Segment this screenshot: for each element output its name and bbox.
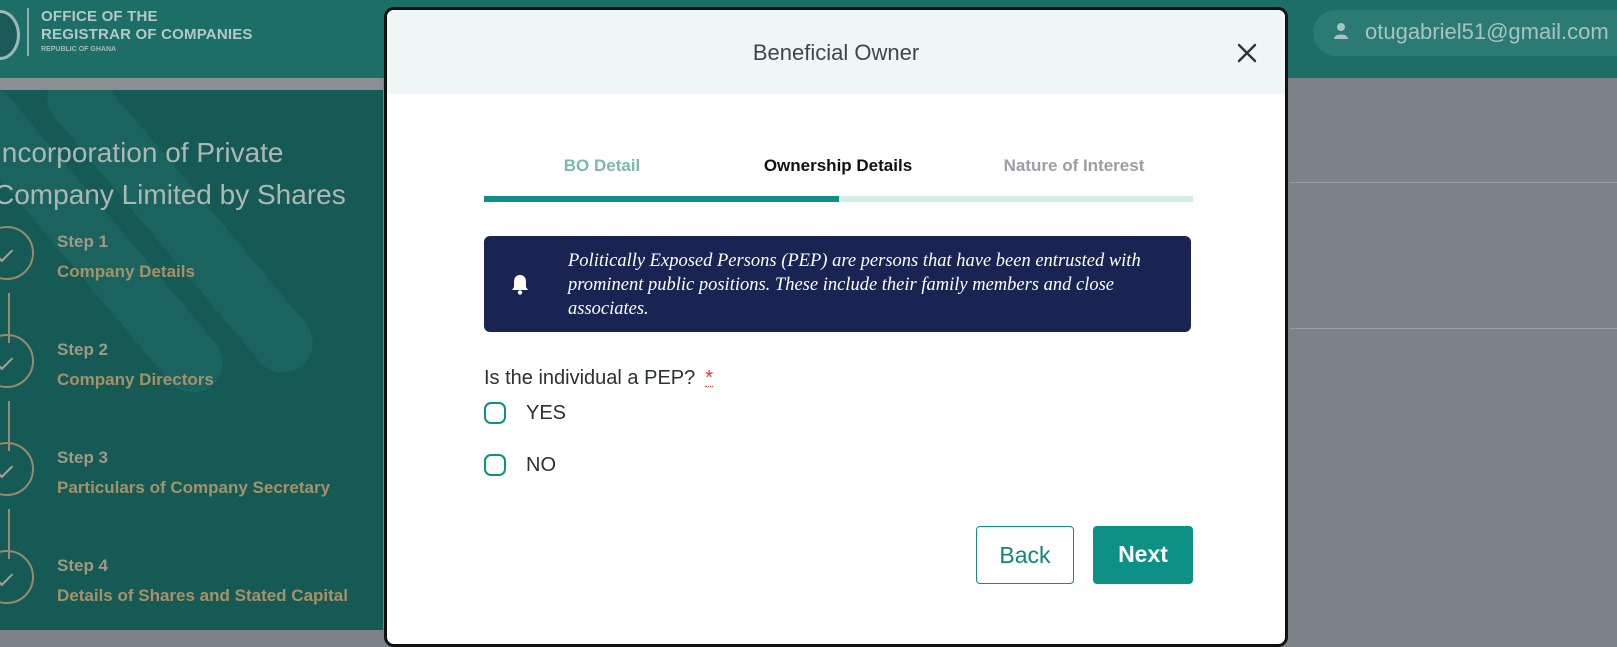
step-complete-indicator (0, 334, 34, 388)
step-company-directors[interactable]: Step 2 Company Directors (0, 332, 383, 402)
org-country: REPUBLIC OF GHANA (41, 46, 117, 53)
user-icon (1334, 23, 1348, 39)
background-content-panel (1290, 90, 1617, 630)
step-complete-indicator (0, 550, 34, 604)
tab-nature-of-interest[interactable]: Nature of Interest (956, 156, 1192, 176)
no-radio[interactable] (484, 454, 506, 476)
modal-header: Beneficial Owner (387, 10, 1285, 94)
wizard-title: Incorporation of Private Company Limited… (0, 132, 383, 216)
divider (1290, 328, 1617, 329)
required-marker: * (705, 367, 714, 389)
step-complete-indicator (0, 442, 34, 496)
close-icon[interactable] (1234, 40, 1260, 66)
step-shares-capital[interactable]: Step 4 Details of Shares and Stated Capi… (0, 548, 383, 618)
step-name: Details of Shares and Stated Capital (57, 586, 348, 605)
topbar-divider (0, 78, 383, 90)
pep-info-text: Politically Exposed Persons (PEP) are pe… (568, 251, 1141, 319)
yes-label: YES (526, 402, 567, 424)
wizard-title-line1: Incorporation of Private (0, 137, 284, 168)
next-button[interactable]: Next (1093, 526, 1193, 584)
modal-title: Beneficial Owner (752, 40, 920, 65)
step-progress-fill (484, 196, 839, 202)
check-icon (0, 243, 14, 263)
logo-divider (27, 8, 29, 56)
pep-option-no[interactable]: NO (484, 454, 784, 484)
step-name: Particulars of Company Secretary (57, 478, 331, 497)
registrar-seal-logo (0, 10, 20, 60)
org-name-line2: REGISTRAR OF COMPANIES (41, 26, 253, 43)
step-name: Company Details (57, 262, 195, 281)
pep-question-label: Is the individual a PEP? * (484, 367, 714, 390)
pep-info-alert: Politically Exposed Persons (PEP) are pe… (484, 236, 1191, 332)
step-number: Step 1 (57, 232, 109, 251)
yes-radio[interactable] (484, 402, 506, 424)
step-number: Step 2 (57, 340, 109, 359)
step-complete-indicator (0, 226, 34, 280)
step-company-secretary[interactable]: Step 3 Particulars of Company Secretary (0, 440, 383, 510)
step-progress-bar (484, 196, 1193, 202)
pep-question-text: Is the individual a PEP? (484, 367, 696, 389)
tab-ownership-details[interactable]: Ownership Details (720, 156, 956, 176)
wizard-sidebar: Incorporation of Private Company Limited… (0, 90, 383, 630)
pep-option-yes[interactable]: YES (484, 402, 784, 432)
check-icon (0, 351, 14, 371)
user-email: otugabriel51@gmail.com (1365, 19, 1609, 44)
divider (1290, 182, 1617, 183)
back-button[interactable]: Back (976, 526, 1074, 584)
beneficial-owner-modal: Beneficial Owner BO Detail Ownership Det… (384, 7, 1288, 647)
org-name-line1: OFFICE OF THE (41, 8, 158, 25)
check-icon (0, 567, 14, 587)
check-icon (0, 459, 14, 479)
step-number: Step 3 (57, 448, 109, 467)
step-company-details[interactable]: Step 1 Company Details (0, 224, 383, 294)
wizard-title-line2: Company Limited by Shares (0, 179, 346, 210)
tab-bo-detail[interactable]: BO Detail (484, 156, 720, 176)
user-menu[interactable]: otugabriel51@gmail.com (1313, 10, 1617, 56)
step-number: Step 4 (57, 556, 109, 575)
step-name: Company Directors (57, 370, 214, 389)
bell-icon (512, 275, 528, 295)
no-label: NO (526, 454, 556, 476)
